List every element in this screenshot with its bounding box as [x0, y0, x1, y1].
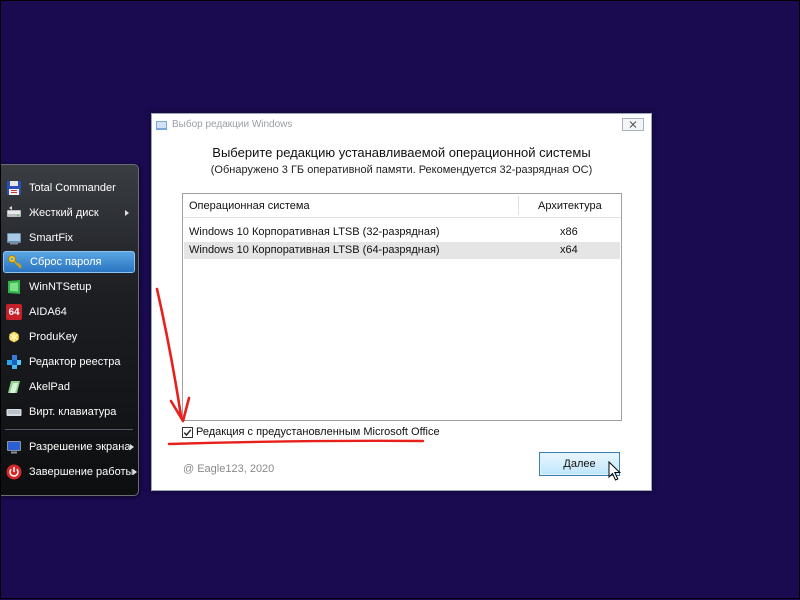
menu-item-label: Сброс пароля	[30, 256, 102, 268]
menu-item-label: Редактор реестра	[29, 356, 121, 368]
menu-item-winntsetup[interactable]: WinNTSetup	[3, 276, 135, 298]
list-row[interactable]: Windows 10 Корпоративная LTSB (32-разряд…	[184, 224, 620, 241]
column-divider[interactable]	[518, 196, 519, 215]
aida64-icon: 64	[6, 304, 22, 320]
menu-item-aida64[interactable]: 64 AIDA64	[3, 301, 135, 323]
row-arch: x86	[560, 226, 578, 238]
os-edition-list[interactable]: Операционная система Архитектура Windows…	[182, 193, 622, 421]
produkey-icon	[5, 328, 23, 346]
column-header-arch[interactable]: Архитектура	[538, 200, 602, 212]
smartfix-icon	[5, 229, 23, 247]
menu-item-label: ProduKey	[29, 331, 78, 343]
akelpad-icon	[5, 378, 23, 396]
winntsetup-icon	[5, 278, 23, 296]
dialog-heading: Выберите редакцию устанавливаемой операц…	[212, 145, 591, 160]
menu-item-smartfix[interactable]: SmartFix	[3, 227, 135, 249]
copyright-text: @ Eagle123, 2020	[183, 463, 275, 475]
close-icon	[629, 121, 637, 128]
row-arch: x64	[560, 244, 578, 256]
close-button[interactable]	[622, 118, 644, 131]
menu-item-label: Total Commander	[29, 182, 116, 194]
menu-item-label: AIDA64	[29, 306, 67, 318]
submenu-arrow-icon	[130, 444, 135, 450]
window-icon	[156, 119, 168, 131]
menu-item-label: AkelPad	[29, 381, 70, 393]
floppy-disk-icon	[5, 179, 23, 197]
menu-item-shutdown[interactable]: Завершение работы	[3, 461, 138, 483]
dialog-subheading: (Обнаружено 3 ГБ оперативной памяти. Рек…	[210, 164, 593, 176]
power-icon	[5, 463, 23, 481]
menu-item-password-reset[interactable]: Сброс пароля	[3, 251, 135, 273]
menu-item-label: Разрешение экрана	[29, 441, 131, 453]
menu-item-virtual-keyboard[interactable]: Вирт. клавиатура	[3, 401, 135, 423]
menu-separator	[5, 429, 133, 430]
menu-item-label: Вирт. клавиатура	[29, 406, 117, 418]
list-row-selected[interactable]: Windows 10 Корпоративная LTSB (64-разряд…	[184, 242, 620, 259]
menu-item-label: SmartFix	[29, 232, 73, 244]
keyboard-icon	[5, 403, 23, 421]
key-icon	[6, 253, 24, 271]
menu-item-label: WinNTSetup	[29, 281, 92, 293]
office-checkbox-label[interactable]: Редакция с предустановленным Microsoft O…	[196, 426, 440, 438]
menu-item-screen-resolution[interactable]: Разрешение экрана	[3, 436, 135, 458]
hard-disk-icon	[5, 204, 23, 222]
office-checkbox[interactable]: Редакция с предустановленным Microsoft O…	[182, 426, 440, 438]
column-header-os[interactable]: Операционная система	[189, 200, 310, 212]
menu-item-produkey[interactable]: ProduKey	[3, 326, 135, 348]
submenu-arrow-icon	[133, 469, 138, 475]
dialog-titlebar[interactable]: Выбор редакции Windows	[152, 114, 651, 136]
row-os-name: Windows 10 Корпоративная LTSB (32-разряд…	[189, 226, 440, 238]
menu-item-akelpad[interactable]: AkelPad	[3, 376, 135, 398]
edition-select-dialog: Выбор редакции Windows Выберите редакцию…	[151, 113, 652, 491]
menu-item-label: Жесткий диск	[29, 207, 99, 219]
submenu-arrow-icon	[125, 210, 129, 216]
checkmark-icon	[183, 428, 192, 436]
desktop: Total Commander Жесткий диск SmartFix Сб…	[0, 0, 800, 599]
list-header: Операционная система Архитектура	[183, 194, 621, 218]
mouse-cursor-icon	[608, 460, 622, 486]
registry-editor-icon	[5, 353, 23, 371]
menu-item-total-commander[interactable]: Total Commander	[3, 177, 135, 199]
start-menu: Total Commander Жесткий диск SmartFix Сб…	[1, 164, 139, 496]
monitor-icon	[5, 438, 23, 456]
checkbox-box[interactable]	[182, 426, 193, 438]
menu-item-label: Завершение работы	[29, 466, 134, 478]
menu-item-registry-editor[interactable]: Редактор реестра	[3, 351, 135, 373]
dialog-title: Выбор редакции Windows	[172, 119, 293, 130]
menu-item-hard-disk[interactable]: Жесткий диск	[3, 202, 135, 224]
row-os-name: Windows 10 Корпоративная LTSB (64-разряд…	[189, 244, 440, 256]
